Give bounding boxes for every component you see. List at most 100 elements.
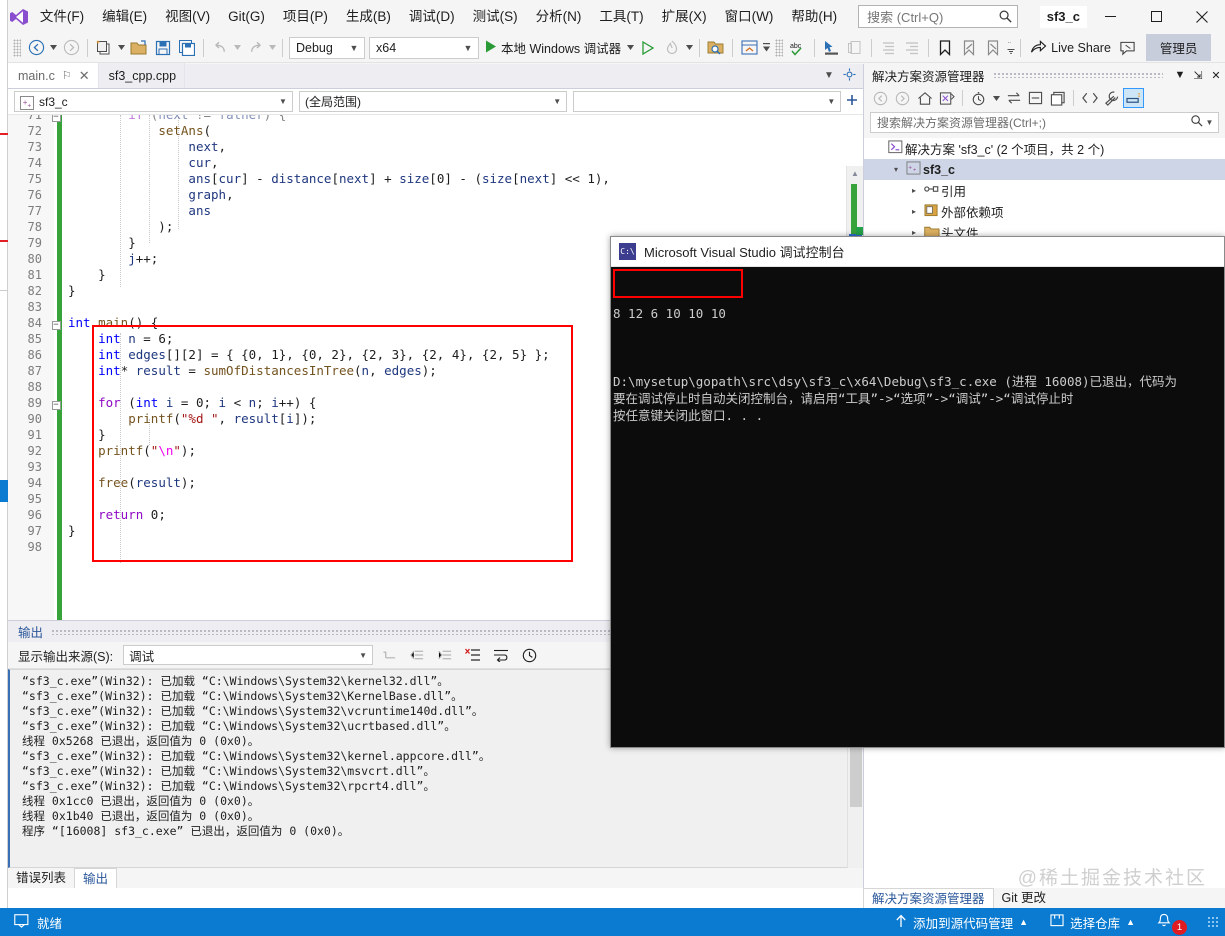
expand-arrow-icon[interactable]: ▸ [906, 207, 922, 216]
more-toolbar-icon[interactable]: " [1005, 42, 1016, 54]
panel-menu-icon[interactable]: ▼ [1171, 69, 1189, 81]
solution-tree-item[interactable]: 解决方案 'sf3_c' (2 个项目，共 2 个) [864, 138, 1225, 159]
tab-output[interactable]: 输出 [74, 868, 118, 888]
maximize-button[interactable] [1133, 0, 1179, 33]
active-project-chip[interactable]: sf3_c [1039, 5, 1087, 28]
tab-sf3-cpp[interactable]: sf3_cpp.cpp [98, 63, 186, 88]
show-all-files-icon[interactable] [1047, 88, 1068, 108]
history-icon[interactable] [517, 644, 541, 666]
word-wrap-icon[interactable] [489, 644, 513, 666]
select-repository-button[interactable]: 选择仓库 ▲ [1039, 908, 1146, 936]
toolbar-grip-2[interactable] [775, 38, 784, 57]
menu-view[interactable]: 视图(V) [156, 0, 219, 33]
bookmark-icon[interactable] [933, 36, 957, 60]
panel-drag-dots[interactable] [992, 72, 1163, 78]
tab-main-c[interactable]: main.c ⚐ ✕ [8, 63, 99, 88]
solution-explorer-search-input[interactable]: 搜索解决方案资源管理器(Ctrl+;) ▼ [870, 112, 1219, 133]
debug-console-window[interactable]: C:\ Microsoft Visual Studio 调试控制台 8 12 6… [610, 236, 1225, 748]
resize-grip[interactable] [1207, 916, 1219, 928]
menu-tools[interactable]: 工具(T) [590, 0, 652, 33]
menu-test[interactable]: 测试(S) [464, 0, 527, 33]
collapse-icon[interactable] [405, 644, 429, 666]
close-tab-icon[interactable]: ✕ [79, 68, 90, 84]
hot-reload-dropdown-icon[interactable] [684, 45, 695, 50]
sync-with-active-document-icon[interactable] [936, 88, 957, 108]
tab-solution-explorer[interactable]: 解决方案资源管理器 [863, 888, 994, 908]
minimize-button[interactable] [1087, 0, 1133, 33]
editor-settings-icon[interactable] [839, 67, 859, 84]
tab-error-list[interactable]: 错误列表 [8, 868, 74, 888]
menu-project[interactable]: 项目(P) [274, 0, 337, 33]
menu-file[interactable]: 文件(F) [31, 0, 93, 33]
fold-toggle-icon[interactable]: − [48, 315, 64, 331]
home-icon[interactable] [914, 88, 935, 108]
pending-changes-icon[interactable] [968, 88, 989, 108]
comment-icon[interactable] [843, 36, 867, 60]
select-tool-icon[interactable] [819, 36, 843, 60]
window-layout-icon[interactable] [737, 36, 761, 60]
scroll-up-icon[interactable]: ▲ [847, 166, 863, 181]
menu-analyze[interactable]: 分析(N) [527, 0, 591, 33]
menu-debug[interactable]: 调试(D) [400, 0, 464, 33]
menu-edit[interactable]: 编辑(E) [93, 0, 156, 33]
back-icon[interactable] [870, 88, 891, 108]
undo-icon[interactable] [208, 36, 232, 60]
list-up-icon[interactable] [377, 644, 401, 666]
expand-arrow-icon[interactable]: ▸ [906, 186, 922, 195]
output-source-combo[interactable]: 调试 ▼ [123, 645, 374, 665]
menu-git[interactable]: Git(G) [219, 0, 274, 33]
forward-icon[interactable] [892, 88, 913, 108]
navigate-forward-icon[interactable] [59, 36, 83, 60]
notifications-button[interactable]: 1 [1146, 908, 1203, 936]
solution-tree-item[interactable]: ▸ 引用 [864, 180, 1225, 201]
hot-reload-icon[interactable] [660, 36, 684, 60]
close-icon[interactable]: ✕ [1207, 69, 1225, 82]
pin-icon[interactable]: ⚐ [62, 69, 72, 82]
menu-build[interactable]: 生成(B) [337, 0, 400, 33]
close-button[interactable] [1179, 0, 1225, 33]
chevron-down-icon[interactable] [990, 88, 1002, 108]
nav-scope-combo[interactable]: (全局范围) ▼ [299, 91, 568, 112]
pin-icon[interactable]: ⇲ [1189, 69, 1207, 82]
spellcheck-icon[interactable]: abc [786, 36, 810, 60]
clear-all-icon[interactable] [461, 644, 485, 666]
add-to-source-control-button[interactable]: 添加到源代码管理 ▲ [884, 908, 1039, 936]
nav-member-combo[interactable]: ▼ [573, 91, 842, 112]
solution-platform-combo[interactable]: x64 ▼ [369, 36, 479, 59]
new-project-dropdown-icon[interactable] [116, 45, 127, 50]
collapse-all-icon[interactable] [1025, 88, 1046, 108]
solution-tree-item[interactable]: ▸ 外部依赖项 [864, 201, 1225, 222]
refresh-icon[interactable] [1003, 88, 1024, 108]
toolbar-grip[interactable] [13, 38, 21, 57]
code-view-icon[interactable] [1079, 88, 1100, 108]
feedback-icon[interactable] [1116, 36, 1140, 60]
nav-project-combo[interactable]: ++ sf3_c ▼ [14, 91, 293, 112]
expand-arrow-icon[interactable]: ▾ [888, 165, 904, 174]
start-without-debugging-icon[interactable] [636, 36, 660, 60]
save-icon[interactable] [151, 36, 175, 60]
layout-dropdown-icon[interactable] [761, 43, 772, 52]
new-project-icon[interactable] [92, 36, 116, 60]
solution-search-icon[interactable] [704, 36, 728, 60]
menu-window[interactable]: 窗口(W) [716, 0, 783, 33]
save-all-icon[interactable] [175, 36, 199, 60]
tab-git-changes[interactable]: Git 更改 [994, 888, 1054, 908]
redo-icon[interactable] [243, 36, 267, 60]
tab-list-dropdown-icon[interactable]: ▼ [819, 70, 839, 81]
properties-wrench-icon[interactable] [1101, 88, 1122, 108]
prev-bookmark-icon[interactable] [957, 36, 981, 60]
console-output-area[interactable]: 8 12 6 10 10 10 D:\mysetup\gopath\src\ds… [611, 267, 1224, 747]
navigate-back-icon[interactable] [24, 36, 48, 60]
solution-tree-item[interactable]: ▾ + + sf3_c [864, 159, 1225, 180]
solution-configuration-combo[interactable]: Debug ▼ [289, 36, 365, 59]
undo-dropdown-icon[interactable] [232, 45, 243, 50]
outdent-icon[interactable] [876, 36, 900, 60]
add-definition-icon[interactable] [841, 93, 863, 110]
back-dropdown-icon[interactable] [48, 45, 59, 50]
start-debugging-button[interactable]: 本地 Windows 调试器 [481, 36, 625, 60]
preview-selected-items-icon[interactable] [1123, 88, 1144, 108]
debugger-dropdown-icon[interactable] [625, 45, 636, 50]
fold-toggle-icon[interactable]: − [48, 115, 64, 123]
redo-dropdown-icon[interactable] [267, 45, 278, 50]
fold-toggle-icon[interactable]: − [48, 395, 64, 411]
